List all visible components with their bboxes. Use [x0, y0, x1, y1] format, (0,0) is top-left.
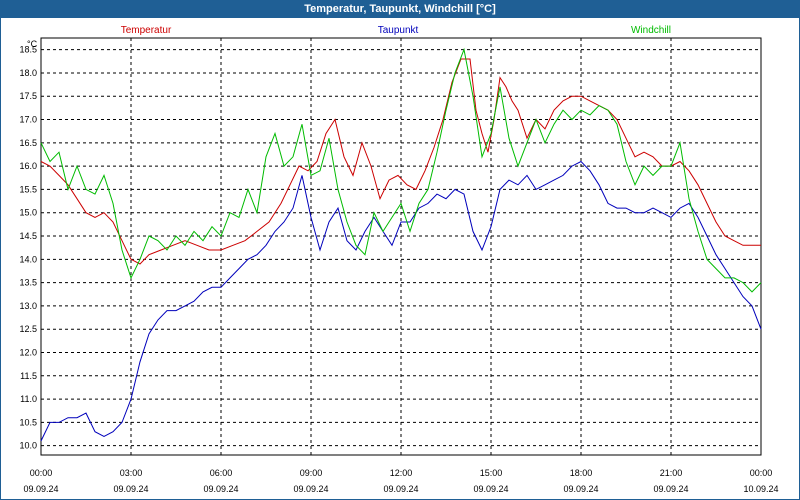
- y-tick-label: 14.0: [19, 254, 37, 264]
- x-tick-time-label: 06:00: [210, 468, 233, 478]
- x-tick-time-label: 15:00: [480, 468, 503, 478]
- chart-title: Temperatur, Taupunkt, Windchill [°C]: [0, 0, 800, 18]
- x-tick-date-label: 09.09.24: [473, 484, 508, 494]
- y-tick-label: 14.5: [19, 231, 37, 241]
- x-tick-time-label: 18:00: [570, 468, 593, 478]
- x-tick-time-label: 09:00: [300, 468, 323, 478]
- y-tick-label: 15.0: [19, 208, 37, 218]
- line-chart: 10.0 10.5 11.0 11.5 12.0 12.5 13.0 13.5 14.0 14.5…: [19, 25, 778, 494]
- x-tick-time-label: 21:00: [660, 468, 683, 478]
- x-tick-date-label: 09.09.24: [203, 484, 238, 494]
- x-tick-date-label: 09.09.24: [563, 484, 598, 494]
- y-tick-label: 16.5: [19, 138, 37, 148]
- chart-frame: 10.0 10.5 11.0 11.5 12.0 12.5 13.0 13.5 14.0 14.5…: [0, 18, 800, 500]
- x-tick-date-label: 09.09.24: [113, 484, 148, 494]
- y-tick-label: 13.0: [19, 301, 37, 311]
- x-tick-time-label: 03:00: [120, 468, 143, 478]
- x-tick-date-label: 09.09.24: [293, 484, 328, 494]
- y-tick-label: 11.0: [20, 394, 37, 404]
- y-tick-label: 15.5: [19, 184, 37, 194]
- y-tick-label: 17.0: [19, 115, 37, 125]
- y-axis-unit-label: °C: [27, 39, 38, 49]
- y-tick-label: 10.5: [19, 417, 37, 427]
- legend-taupunkt: Taupunkt: [378, 25, 419, 36]
- y-tick-label: 16.0: [19, 161, 37, 171]
- y-tick-label: 17.5: [19, 91, 37, 101]
- y-tick-label: 13.5: [19, 278, 37, 288]
- x-tick-date-label: 10.09.24: [743, 484, 778, 494]
- x-tick-time-label: 00:00: [30, 468, 53, 478]
- y-tick-label: 10.0: [19, 441, 37, 451]
- x-tick-date-label: 09.09.24: [383, 484, 418, 494]
- x-tick-date-label: 09.09.24: [653, 484, 688, 494]
- legend-windchill: Windchill: [631, 25, 671, 36]
- y-tick-label: 11.5: [20, 371, 37, 381]
- legend-temperatur: Temperatur: [121, 25, 172, 36]
- y-tick-label: 12.5: [19, 324, 37, 334]
- series-line-temperatur: [40, 58, 761, 265]
- y-tick-label: 12.0: [19, 347, 37, 357]
- x-tick-time-label: 00:00: [750, 468, 773, 478]
- y-tick-label: 18.0: [19, 68, 37, 78]
- x-tick-date-label: 09.09.24: [23, 484, 58, 494]
- x-tick-time-label: 12:00: [390, 468, 413, 478]
